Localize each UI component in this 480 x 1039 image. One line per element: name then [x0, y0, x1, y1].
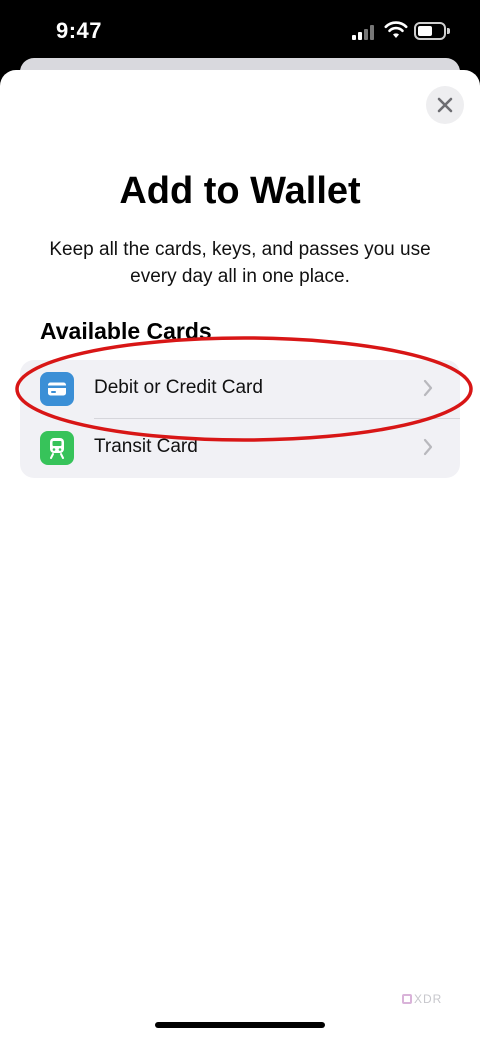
close-button[interactable] — [426, 86, 464, 124]
status-time: 9:47 — [56, 18, 103, 43]
page-subtitle: Keep all the cards, keys, and passes you… — [49, 239, 431, 287]
list-item-transit-card[interactable]: Transit Card — [20, 419, 460, 478]
home-indicator[interactable] — [155, 1022, 325, 1028]
list-item-debit-credit-card[interactable]: Debit or Credit Card — [20, 360, 460, 419]
list-item-label: Transit Card — [94, 436, 198, 457]
chevron-right-icon — [423, 438, 433, 456]
page-title: Add to Wallet — [119, 170, 361, 212]
cellular-signal-icon — [352, 24, 376, 40]
train-icon — [40, 431, 74, 465]
available-cards-list: Debit or Credit Card Transit Card — [20, 360, 460, 478]
watermark-logo: XDR — [402, 992, 442, 1006]
chevron-right-icon — [423, 379, 433, 397]
wifi-icon — [384, 21, 408, 38]
list-item-label: Debit or Credit Card — [94, 377, 263, 398]
credit-card-icon — [40, 372, 74, 406]
status-bar: 9:47 — [0, 0, 480, 62]
available-cards-header: Available Cards — [40, 318, 212, 344]
watermark-icon — [402, 994, 412, 1004]
close-icon — [437, 97, 453, 113]
add-to-wallet-sheet — [0, 70, 480, 1039]
watermark-text: XDR — [414, 992, 443, 1006]
battery-icon — [414, 22, 450, 40]
